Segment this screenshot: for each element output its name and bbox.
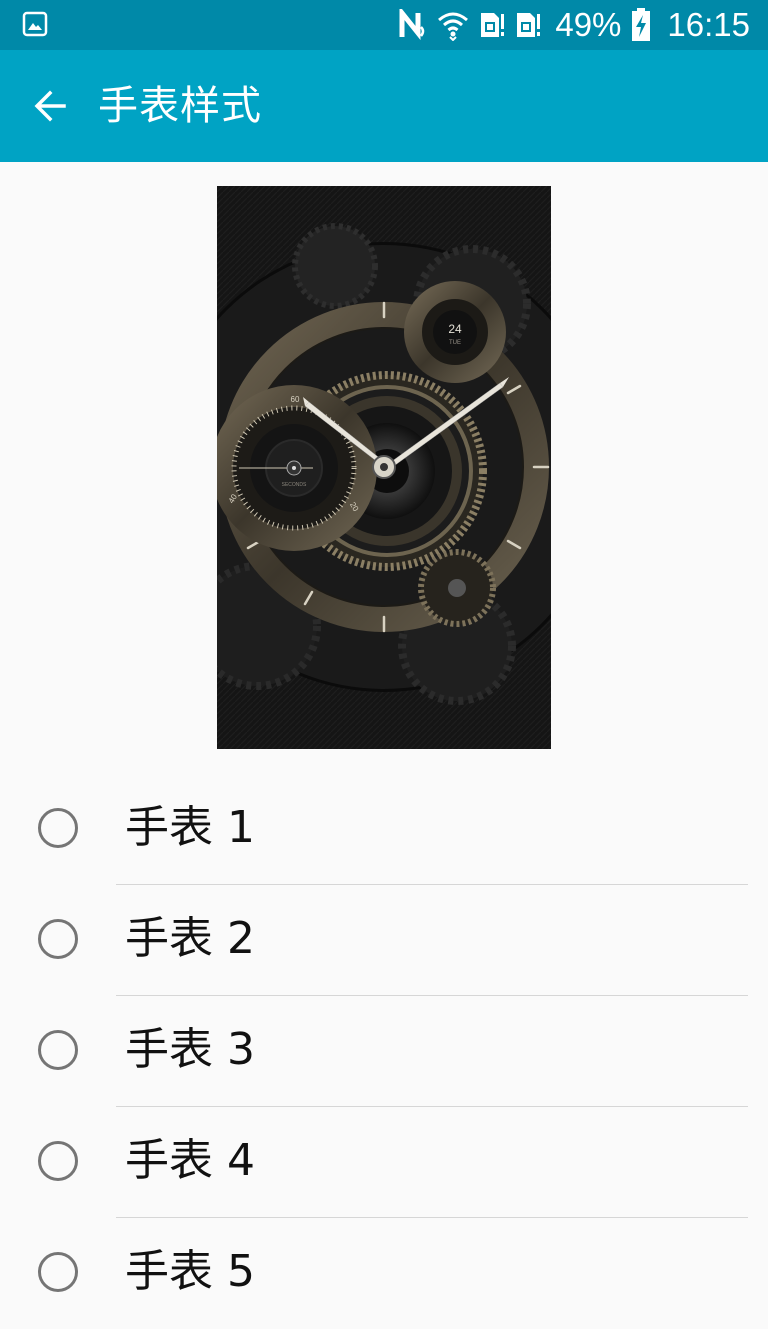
date-day: 24: [448, 322, 462, 336]
option-label: 手表 2: [125, 913, 255, 964]
list-item[interactable]: 手表 5: [0, 1218, 768, 1329]
option-label: 手表 1: [125, 802, 255, 853]
list-item[interactable]: 手表 3: [0, 996, 768, 1107]
radio-button[interactable]: [38, 1141, 78, 1181]
option-label: 手表 5: [125, 1246, 255, 1297]
wifi-icon: [438, 12, 469, 41]
status-bar: 49% 16:15: [0, 0, 768, 50]
watch-face-image: 24 TUE SECONDS 60 20 40: [217, 186, 551, 749]
arrow-left-icon: [34, 90, 66, 122]
radio-button[interactable]: [38, 808, 78, 848]
radio-button[interactable]: [38, 919, 78, 959]
list-item[interactable]: 手表 4: [0, 1107, 768, 1218]
battery-percent: 49%: [555, 6, 622, 43]
back-button[interactable]: [22, 78, 78, 134]
radio-button[interactable]: [38, 1252, 78, 1292]
date-weekday: TUE: [449, 340, 461, 346]
list-item[interactable]: 手表 2: [0, 885, 768, 996]
watch-face-preview: 24 TUE SECONDS 60 20 40: [217, 186, 551, 749]
clock-time: 16:15: [667, 6, 750, 43]
option-label: 手表 3: [125, 1024, 255, 1075]
list-item[interactable]: 手表 1: [0, 774, 768, 885]
option-label: 手表 4: [125, 1135, 255, 1186]
sim2-icon: [517, 13, 541, 37]
radio-button[interactable]: [38, 1030, 78, 1070]
watch-style-list: 手表 1 手表 2 手表 3 手表 4 手表 5: [0, 774, 768, 1329]
battery-charging-icon: [632, 8, 651, 41]
page-title: 手表样式: [98, 83, 262, 129]
sub-dial-60: 60: [291, 395, 300, 404]
nfc-icon: [399, 9, 425, 41]
gallery-icon: [22, 11, 48, 37]
app-bar: 手表样式: [0, 50, 768, 162]
seconds-label: SECONDS: [282, 482, 307, 488]
sim1-icon: [481, 13, 505, 37]
